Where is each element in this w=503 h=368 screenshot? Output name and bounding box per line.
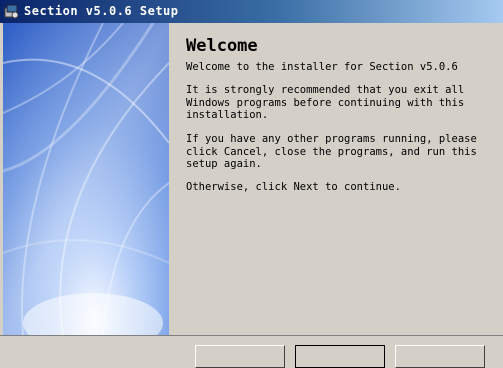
- cancel-button[interactable]: [395, 345, 485, 368]
- installer-app-icon: [4, 3, 20, 19]
- window-title: Section v5.0.6 Setup: [24, 4, 179, 18]
- side-banner-image: [3, 23, 169, 335]
- next-button[interactable]: [295, 345, 385, 368]
- welcome-message: Welcome to the installer for Section v5.…: [186, 61, 458, 73]
- exit-programs-message: It is strongly recommended that you exit…: [186, 84, 465, 121]
- welcome-heading: Welcome: [186, 36, 258, 56]
- welcome-panel: Welcome Welcome to the installer for Sec…: [169, 23, 503, 335]
- next-instructions: Otherwise, click Next to continue.: [186, 181, 401, 193]
- button-bar: [0, 335, 503, 368]
- cancel-instructions: If you have any other programs running, …: [186, 133, 477, 170]
- back-button[interactable]: [195, 345, 285, 368]
- title-bar[interactable]: Section v5.0.6 Setup: [0, 0, 503, 23]
